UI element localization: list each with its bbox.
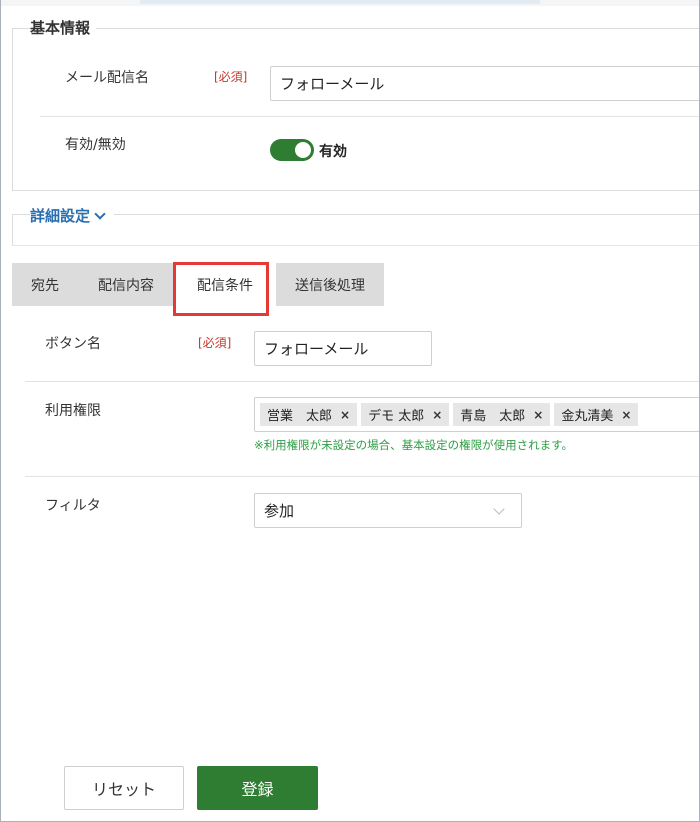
window-frame [0, 0, 700, 822]
